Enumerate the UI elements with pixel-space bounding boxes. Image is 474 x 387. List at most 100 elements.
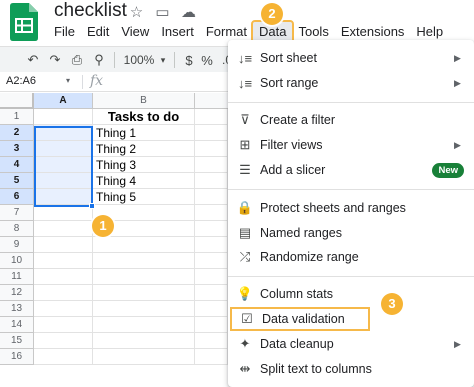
cell-c15[interactable] [195, 333, 228, 349]
document-title[interactable]: checklist [54, 0, 127, 22]
cell-a9[interactable] [34, 237, 93, 253]
cell-c7[interactable] [195, 205, 228, 221]
cell-a14[interactable] [34, 317, 93, 333]
currency-format-button[interactable]: $ [182, 50, 196, 70]
cloud-status-icon[interactable]: ☁ [180, 3, 197, 21]
menu-file[interactable]: File [48, 22, 81, 42]
print-icon[interactable]: ⎙ [68, 50, 86, 70]
row-header[interactable]: 7 [0, 205, 34, 221]
cell-a3[interactable] [34, 141, 93, 157]
cell-a8[interactable] [34, 221, 93, 237]
row-header[interactable]: 12 [0, 285, 34, 301]
row-header[interactable]: 11 [0, 269, 34, 285]
star-icon[interactable]: ☆ [128, 3, 145, 21]
cell-a13[interactable] [34, 301, 93, 317]
cell-a7[interactable] [34, 205, 93, 221]
row-header[interactable]: 13 [0, 301, 34, 317]
cell-c14[interactable] [195, 317, 228, 333]
row-header[interactable]: 3 [0, 141, 34, 157]
cell-c10[interactable] [195, 253, 228, 269]
row-header[interactable]: 4 [0, 157, 34, 173]
cell-c12[interactable] [195, 285, 228, 301]
cell-c16[interactable] [195, 349, 228, 365]
cell-a10[interactable] [34, 253, 93, 269]
zoom-arrow-icon[interactable]: ▾ [158, 50, 168, 70]
row-header[interactable]: 1 [0, 109, 34, 125]
cell-b5[interactable]: Thing 4 [93, 173, 195, 189]
cell-a15[interactable] [34, 333, 93, 349]
cell-b10[interactable] [93, 253, 195, 269]
menu-item-data-cleanup[interactable]: ✦ Data cleanup ▶ [228, 332, 474, 356]
cell-c13[interactable] [195, 301, 228, 317]
cell-b3[interactable]: Thing 2 [93, 141, 195, 157]
cell-a2[interactable] [34, 125, 93, 141]
row-header[interactable]: 5 [0, 173, 34, 189]
cell-c6[interactable] [195, 189, 228, 205]
cell-a6[interactable] [34, 189, 93, 205]
row-header[interactable]: 2 [0, 125, 34, 141]
cell-b14[interactable] [93, 317, 195, 333]
row-header[interactable]: 10 [0, 253, 34, 269]
menu-view[interactable]: View [115, 22, 155, 42]
menu-item-filter-views[interactable]: ⊞ Filter views ▶ [228, 133, 474, 157]
cell-c11[interactable] [195, 269, 228, 285]
redo-icon[interactable]: ↷ [46, 50, 64, 70]
cell-c4[interactable] [195, 157, 228, 173]
cell-c8[interactable] [195, 221, 228, 237]
row-header[interactable]: 8 [0, 221, 34, 237]
row-header[interactable]: 15 [0, 333, 34, 349]
menu-insert[interactable]: Insert [155, 22, 200, 42]
menu-edit[interactable]: Edit [81, 22, 115, 42]
move-folder-icon[interactable]: ▭ [154, 3, 171, 21]
cell-b2[interactable]: Thing 1 [93, 125, 195, 141]
paint-format-icon[interactable]: ⚲ [90, 50, 108, 70]
row-header[interactable]: 6 [0, 189, 34, 205]
menu-extensions[interactable]: Extensions [335, 22, 411, 42]
menu-item-add-slicer[interactable]: ☰ Add a slicer New [228, 158, 474, 182]
menu-data[interactable]: Data [250, 20, 295, 44]
cell-a5[interactable] [34, 173, 93, 189]
cell-b1[interactable]: Tasks to do [93, 109, 195, 125]
cell-b13[interactable] [93, 301, 195, 317]
name-box[interactable]: A2:A6 [6, 75, 36, 87]
cell-a1[interactable] [34, 109, 93, 125]
menu-item-protect-sheets[interactable]: 🔒 Protect sheets and ranges [228, 196, 474, 220]
menu-help[interactable]: Help [410, 22, 449, 42]
cell-b16[interactable] [93, 349, 195, 365]
zoom-select[interactable]: 100% [122, 50, 156, 70]
cell-b6[interactable]: Thing 5 [93, 189, 195, 205]
column-header-a[interactable]: A [34, 93, 93, 109]
menu-tools[interactable]: Tools [292, 22, 334, 42]
cell-c3[interactable] [195, 141, 228, 157]
cell-c2[interactable] [195, 125, 228, 141]
row-header[interactable]: 14 [0, 317, 34, 333]
sheets-logo-icon[interactable] [10, 3, 38, 41]
cell-a11[interactable] [34, 269, 93, 285]
row-header[interactable]: 9 [0, 237, 34, 253]
cell-b9[interactable] [93, 237, 195, 253]
select-all-corner[interactable] [0, 93, 34, 109]
cell-c5[interactable] [195, 173, 228, 189]
cell-b12[interactable] [93, 285, 195, 301]
menu-item-sort-sheet[interactable]: ↓≡ Sort sheet ▶ [228, 46, 474, 70]
menu-item-create-filter[interactable]: ⊽ Create a filter [228, 108, 474, 132]
menu-item-column-stats[interactable]: 💡 Column stats [228, 282, 474, 306]
cell-b15[interactable] [93, 333, 195, 349]
menu-item-data-validation[interactable]: ☑ Data validation [230, 307, 370, 331]
percent-format-button[interactable]: % [200, 50, 214, 70]
row-header[interactable]: 16 [0, 349, 34, 365]
cell-b11[interactable] [93, 269, 195, 285]
undo-icon[interactable]: ↶ [24, 50, 42, 70]
cell-a4[interactable] [34, 157, 93, 173]
cell-c1[interactable] [195, 109, 228, 125]
cell-b4[interactable]: Thing 3 [93, 157, 195, 173]
column-header-b[interactable]: B [93, 93, 195, 109]
menu-item-named-ranges[interactable]: ▤ Named ranges [228, 221, 474, 245]
menu-item-randomize-range[interactable]: ⤮ Randomize range [228, 245, 474, 269]
cell-c9[interactable] [195, 237, 228, 253]
name-box-arrow-icon[interactable]: ▾ [66, 76, 70, 85]
cell-a16[interactable] [34, 349, 93, 365]
cell-a12[interactable] [34, 285, 93, 301]
menu-format[interactable]: Format [200, 22, 253, 42]
menu-item-split-text[interactable]: ⇹ Split text to columns [228, 357, 474, 381]
